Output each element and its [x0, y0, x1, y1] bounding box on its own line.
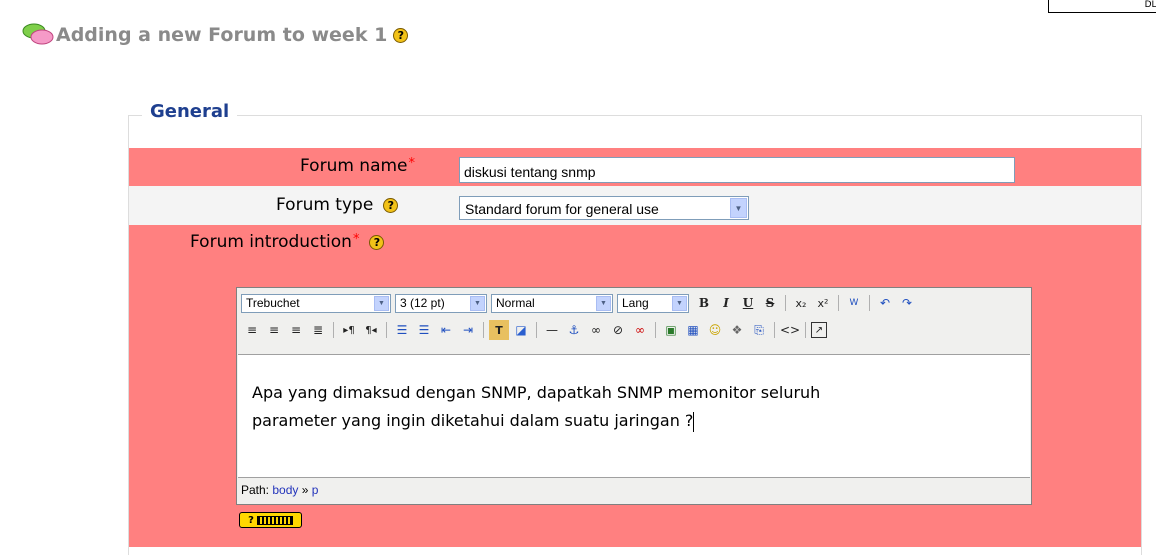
outdent-icon[interactable]: ⇤	[436, 320, 456, 340]
font-size-value: 3 (12 pt)	[400, 295, 445, 310]
toolbar-separator	[774, 322, 775, 338]
editor-line-2-wrap: parameter yang ingin diketahui dalam sua…	[252, 407, 992, 435]
corner-text: DL: U	[1144, 0, 1156, 10]
toolbar-separator	[536, 322, 537, 338]
required-mark: *	[408, 156, 416, 171]
table-icon[interactable]: ▦	[683, 320, 703, 340]
subscript-icon[interactable]: x₂	[791, 293, 811, 313]
format-value: Normal	[496, 295, 535, 310]
background-color-icon[interactable]: ◪	[511, 320, 531, 340]
keyboard-icon	[256, 515, 293, 525]
smiley-icon[interactable]: ☺	[705, 320, 725, 340]
paste-word-icon[interactable]: W	[844, 293, 864, 313]
superscript-icon[interactable]: x²	[813, 293, 833, 313]
horizontal-rule-icon[interactable]: —	[542, 320, 562, 340]
path-label: Path:	[241, 483, 270, 497]
font-family-value: Trebuchet	[246, 295, 300, 310]
indent-icon[interactable]: ⇥	[458, 320, 478, 340]
editor-line-1: Apa yang dimaksud dengan SNMP, dapatkah …	[252, 383, 821, 402]
forum-name-label-text: Forum name	[300, 156, 408, 176]
page-title: Adding a new Forum to week 1 ?	[22, 20, 409, 50]
ltr-icon[interactable]: ▸¶	[339, 320, 359, 340]
redo-icon[interactable]: ↷	[897, 293, 917, 313]
toolbar-separator	[333, 322, 334, 338]
help-glyph: ?	[248, 514, 254, 526]
forum-name-label: Forum name *	[300, 156, 415, 176]
font-family-select[interactable]: Trebuchet ▼	[241, 293, 391, 313]
forum-icon	[22, 22, 56, 48]
toolbar-separator	[655, 322, 656, 338]
toolbar-separator	[785, 295, 786, 311]
chevron-down-icon[interactable]: ▼	[730, 198, 747, 218]
undo-icon[interactable]: ↶	[875, 293, 895, 313]
toolbar-separator	[869, 295, 870, 311]
font-size-select[interactable]: 3 (12 pt) ▼	[395, 293, 487, 313]
general-legend: General	[142, 101, 238, 122]
text-caret	[693, 411, 695, 432]
required-mark: *	[352, 232, 360, 247]
bold-icon[interactable]: B	[694, 293, 714, 313]
unordered-list-icon[interactable]: ☰	[414, 320, 434, 340]
search-replace-icon[interactable]: ⎘	[749, 320, 769, 340]
forum-intro-label-text: Forum introduction	[190, 232, 352, 252]
forum-type-label-text: Forum type	[276, 195, 374, 215]
image-icon[interactable]: ▣	[661, 320, 681, 340]
toolbar-separator	[386, 322, 387, 338]
help-icon[interactable]: ?	[369, 234, 385, 250]
align-right-icon[interactable]: ≡	[286, 320, 306, 340]
path-separator: »	[301, 483, 309, 497]
path-p-link[interactable]: p	[312, 483, 319, 497]
editor-content-text[interactable]: Apa yang dimaksud dengan SNMP, dapatkah …	[252, 379, 992, 435]
toolbar-row-1: Trebuchet ▼ 3 (12 pt) ▼ Normal ▼ Lang ▼ …	[241, 290, 918, 316]
corner-box: DL: U	[1048, 0, 1156, 13]
italic-icon[interactable]: I	[716, 293, 736, 313]
format-select[interactable]: Normal ▼	[491, 293, 613, 313]
forum-intro-label: Forum introduction * ?	[190, 232, 385, 252]
help-icon[interactable]: ?	[383, 197, 399, 213]
justify-icon[interactable]: ≣	[308, 320, 328, 340]
chevron-down-icon[interactable]: ▼	[470, 295, 485, 311]
lang-select[interactable]: Lang ▼	[617, 293, 689, 313]
editor-content-area[interactable]: Apa yang dimaksud dengan SNMP, dapatkah …	[238, 354, 1030, 478]
lang-value: Lang	[622, 295, 649, 310]
fullscreen-icon[interactable]: ↗	[811, 322, 827, 338]
toolbar-row-2: ≡ ≡ ≡ ≣ ▸¶ ¶◂ ☰ ☰ ⇤ ⇥ T ◪ — ⚓ ∞ ⊘ ∞ ▣ ▦ …	[241, 317, 828, 343]
link-icon[interactable]: ∞	[586, 320, 606, 340]
forum-name-input[interactable]	[459, 157, 1015, 183]
html-editor: Trebuchet ▼ 3 (12 pt) ▼ Normal ▼ Lang ▼ …	[236, 287, 1032, 505]
editor-line-2: parameter yang ingin diketahui dalam sua…	[252, 411, 694, 430]
nolink-icon[interactable]: ∞	[630, 320, 650, 340]
strikethrough-icon[interactable]: S	[760, 293, 780, 313]
help-icon[interactable]: ?	[393, 27, 409, 43]
unlink-icon[interactable]: ⊘	[608, 320, 628, 340]
forum-type-select[interactable]: Standard forum for general use ▼	[459, 196, 749, 220]
forum-type-value: Standard forum for general use	[465, 201, 659, 217]
insert-char-icon[interactable]: ❖	[727, 320, 747, 340]
anchor-icon[interactable]: ⚓	[564, 320, 584, 340]
chevron-down-icon[interactable]: ▼	[672, 295, 687, 311]
chevron-down-icon[interactable]: ▼	[374, 295, 389, 311]
toolbar-separator	[838, 295, 839, 311]
path-body-link[interactable]: body	[272, 483, 298, 497]
editor-path-bar: Path: body » p	[241, 483, 318, 497]
rtl-icon[interactable]: ¶◂	[361, 320, 381, 340]
text-color-icon[interactable]: T	[489, 320, 509, 340]
ordered-list-icon[interactable]: ☰	[392, 320, 412, 340]
page-title-text: Adding a new Forum to week 1	[56, 24, 388, 46]
align-center-icon[interactable]: ≡	[264, 320, 284, 340]
chevron-down-icon[interactable]: ▼	[596, 295, 611, 311]
align-left-icon[interactable]: ≡	[242, 320, 262, 340]
toolbar-separator	[805, 322, 806, 338]
html-source-icon[interactable]: <>	[780, 320, 800, 340]
underline-icon[interactable]: U	[738, 293, 758, 313]
toolbar-separator	[483, 322, 484, 338]
keyboard-help-button[interactable]: ?	[239, 512, 302, 528]
forum-type-label: Forum type ?	[276, 195, 399, 215]
